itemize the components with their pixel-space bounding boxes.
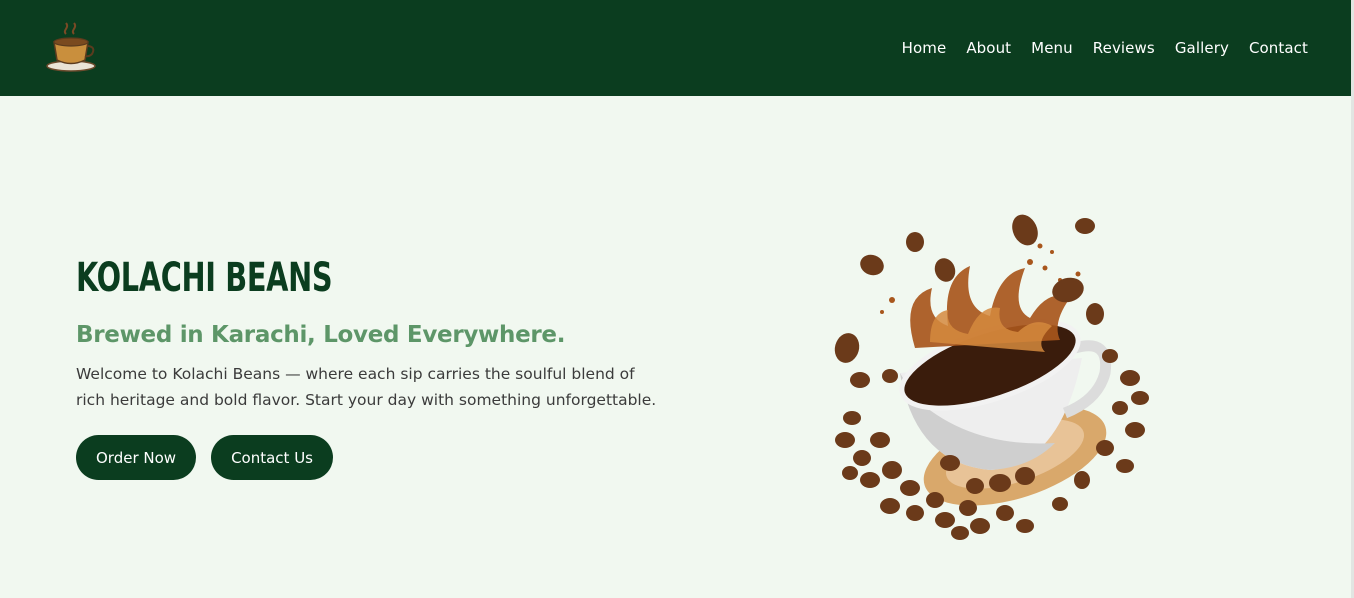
nav-item-about: About — [966, 39, 1011, 58]
contact-us-button[interactable]: Contact Us — [211, 435, 333, 480]
hero-content: KOLACHI BEANS Brewed in Karachi, Loved E… — [76, 254, 676, 480]
nav-link-home[interactable]: Home — [902, 39, 947, 57]
nav-link-menu[interactable]: Menu — [1031, 39, 1073, 57]
nav-link-gallery[interactable]: Gallery — [1175, 39, 1229, 57]
nav-item-gallery: Gallery — [1175, 39, 1229, 58]
order-now-button[interactable]: Order Now — [76, 435, 197, 480]
navbar: Home About Menu Reviews Gallery Contact — [0, 0, 1351, 96]
hero-description: Welcome to Kolachi Beans — where each si… — [76, 365, 657, 409]
hero-buttons: Order Now Contact Us — [76, 435, 676, 480]
nav-item-menu: Menu — [1031, 39, 1073, 58]
nav-link-reviews[interactable]: Reviews — [1093, 39, 1155, 57]
nav-menu: Home About Menu Reviews Gallery Contact — [902, 39, 1308, 58]
nav-link-contact[interactable]: Contact — [1249, 39, 1308, 57]
nav-item-contact: Contact — [1249, 39, 1308, 58]
nav-link-about[interactable]: About — [966, 39, 1011, 57]
nav-item-home: Home — [902, 39, 947, 58]
hero-title: KOLACHI BEANS — [76, 255, 333, 301]
nav-item-reviews: Reviews — [1093, 39, 1155, 58]
hero-tagline: Brewed in Karachi, Loved Everywhere. — [76, 322, 566, 348]
coffee-cup-icon[interactable] — [44, 20, 98, 76]
coffee-cup-splash-image — [834, 214, 1149, 540]
